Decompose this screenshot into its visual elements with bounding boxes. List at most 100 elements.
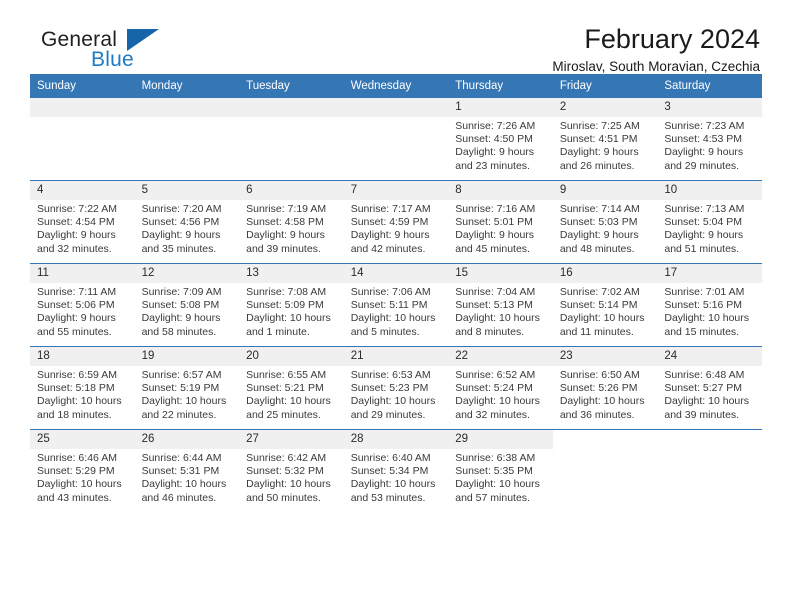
day-number: 27 — [239, 430, 344, 449]
calendar-day-cell[interactable]: 16 Sunrise: 7:02 AM Sunset: 5:14 PM Dayligh… — [552, 263, 658, 347]
sunrise-text: Sunrise: 6:40 AM — [350, 452, 431, 464]
sunrise-text: Sunrise: 6:50 AM — [559, 369, 640, 381]
day-number: 20 — [239, 347, 344, 366]
calendar-week-row: 18 Sunrise: 6:59 AM Sunset: 5:18 PM Dayligh… — [30, 346, 762, 430]
day-sun-info: Sunrise: 7:19 AM Sunset: 4:58 PM Daylight:… — [239, 200, 344, 256]
calendar-day-cell[interactable]: 13 Sunrise: 7:08 AM Sunset: 5:09 PM Dayligh… — [239, 263, 344, 347]
calendar-empty-cell — [343, 98, 449, 181]
page-title: February 2024 — [584, 24, 760, 54]
calendar-day-cell[interactable]: 8 Sunrise: 7:16 AM Sunset: 5:01 PM Daylight… — [448, 180, 553, 264]
sunrise-text: Sunrise: 7:09 AM — [141, 286, 222, 298]
sunrise-text: Sunrise: 6:46 AM — [37, 452, 117, 464]
day-number: 6 — [239, 181, 344, 200]
day-number: 2 — [552, 98, 658, 117]
calendar-day-cell[interactable]: 7 Sunrise: 7:17 AM Sunset: 4:59 PM Daylight… — [343, 180, 449, 264]
calendar-page: General Blue February 2024 Miroslav, Sou… — [0, 0, 792, 612]
sunset-text: Sunset: 4:50 PM — [455, 133, 533, 146]
calendar-empty-cell — [239, 98, 344, 181]
calendar-day-cell[interactable]: 22 Sunrise: 6:52 AM Sunset: 5:24 PM Dayligh… — [448, 346, 553, 430]
day-number: 5 — [134, 181, 240, 200]
day-number: 23 — [552, 347, 658, 366]
calendar-day-cell[interactable]: 2 Sunrise: 7:25 AM Sunset: 4:51 PM Daylight… — [552, 98, 658, 181]
sunset-text: Sunset: 4:58 PM — [246, 216, 324, 229]
day-number: 26 — [134, 430, 240, 449]
daylight-text-line1: Daylight: 9 hours — [246, 229, 325, 242]
general-blue-logo[interactable]: General Blue — [32, 28, 232, 76]
sunset-text: Sunset: 4:59 PM — [350, 216, 429, 229]
calendar-day-cell[interactable]: 3 Sunrise: 7:23 AM Sunset: 4:53 PM Daylight… — [657, 98, 762, 181]
calendar-day-cell[interactable]: 29 Sunrise: 6:38 AM Sunset: 5:35 PM Dayligh… — [448, 429, 553, 512]
sunrise-text: Sunrise: 6:57 AM — [141, 369, 222, 381]
calendar-empty-cell — [134, 98, 240, 181]
sunset-text: Sunset: 5:14 PM — [559, 299, 638, 312]
calendar-day-cell[interactable]: 28 Sunrise: 6:40 AM Sunset: 5:34 PM Dayligh… — [343, 429, 449, 512]
daylight-text-line2: and 22 minutes. — [141, 408, 217, 421]
sunrise-text: Sunrise: 7:25 AM — [559, 120, 640, 132]
sunset-text: Sunset: 5:08 PM — [141, 299, 220, 312]
sunset-text: Sunset: 5:11 PM — [350, 299, 428, 312]
day-number-placeholder — [30, 98, 135, 117]
day-number: 16 — [552, 264, 658, 283]
calendar-day-cell[interactable]: 27 Sunrise: 6:42 AM Sunset: 5:32 PM Dayligh… — [239, 429, 344, 512]
day-number-placeholder — [552, 430, 658, 449]
daylight-text-line2: and 42 minutes. — [350, 242, 426, 255]
calendar-day-cell[interactable]: 14 Sunrise: 7:06 AM Sunset: 5:11 PM Dayligh… — [343, 263, 449, 347]
daylight-text-line1: Daylight: 9 hours — [559, 229, 639, 242]
sunrise-text: Sunrise: 7:23 AM — [664, 120, 745, 132]
day-sun-info: Sunrise: 6:53 AM Sunset: 5:23 PM Daylight:… — [344, 366, 449, 422]
sunset-text: Sunset: 5:18 PM — [37, 382, 115, 395]
calendar-day-cell[interactable]: 12 Sunrise: 7:09 AM Sunset: 5:08 PM Dayligh… — [134, 263, 240, 347]
calendar-day-cell[interactable]: 4 Sunrise: 7:22 AM Sunset: 4:54 PM Daylight… — [30, 180, 135, 264]
sunrise-text: Sunrise: 7:22 AM — [37, 203, 117, 215]
calendar-day-cell[interactable]: 18 Sunrise: 6:59 AM Sunset: 5:18 PM Dayligh… — [30, 346, 135, 430]
calendar-day-cell[interactable]: 26 Sunrise: 6:44 AM Sunset: 5:31 PM Dayligh… — [134, 429, 240, 512]
daylight-text-line2: and 50 minutes. — [246, 491, 321, 504]
sunrise-text: Sunrise: 7:01 AM — [664, 286, 745, 298]
calendar-day-cell[interactable]: 21 Sunrise: 6:53 AM Sunset: 5:23 PM Dayligh… — [343, 346, 449, 430]
calendar-day-cell[interactable]: 24 Sunrise: 6:48 AM Sunset: 5:27 PM Dayligh… — [657, 346, 762, 430]
daylight-text-line2: and 23 minutes. — [455, 159, 530, 172]
calendar-day-cell[interactable]: 11 Sunrise: 7:11 AM Sunset: 5:06 PM Dayligh… — [30, 263, 135, 347]
calendar-week-row: 11 Sunrise: 7:11 AM Sunset: 5:06 PM Dayligh… — [30, 263, 762, 347]
day-sun-info: Sunrise: 7:06 AM Sunset: 5:11 PM Daylight:… — [344, 283, 449, 339]
sunset-text: Sunset: 5:03 PM — [559, 216, 638, 229]
day-number: 25 — [30, 430, 135, 449]
sunset-text: Sunset: 4:54 PM — [37, 216, 115, 229]
sunset-text: Sunset: 4:53 PM — [664, 133, 743, 146]
calendar-day-cell[interactable]: 17 Sunrise: 7:01 AM Sunset: 5:16 PM Dayligh… — [657, 263, 762, 347]
sunset-text: Sunset: 5:09 PM — [246, 299, 324, 312]
day-sun-info: Sunrise: 7:09 AM Sunset: 5:08 PM Daylight:… — [135, 283, 240, 339]
daylight-text-line1: Daylight: 10 hours — [455, 312, 540, 325]
calendar-day-cell[interactable]: 10 Sunrise: 7:13 AM Sunset: 5:04 PM Dayligh… — [657, 180, 762, 264]
day-sun-info: Sunrise: 7:23 AM Sunset: 4:53 PM Daylight:… — [657, 117, 762, 173]
daylight-text-line2: and 32 minutes. — [37, 242, 112, 255]
sunrise-text: Sunrise: 7:06 AM — [350, 286, 431, 298]
calendar-day-cell[interactable]: 6 Sunrise: 7:19 AM Sunset: 4:58 PM Daylight… — [239, 180, 344, 264]
calendar-day-cell[interactable]: 5 Sunrise: 7:20 AM Sunset: 4:56 PM Daylight… — [134, 180, 240, 264]
day-sun-info: Sunrise: 7:01 AM Sunset: 5:16 PM Daylight:… — [657, 283, 762, 339]
calendar-day-cell[interactable]: 19 Sunrise: 6:57 AM Sunset: 5:19 PM Dayligh… — [134, 346, 240, 430]
daylight-text-line2: and 32 minutes. — [455, 408, 530, 421]
day-sun-info: Sunrise: 6:40 AM Sunset: 5:34 PM Daylight:… — [344, 449, 449, 505]
day-sun-info: Sunrise: 7:04 AM Sunset: 5:13 PM Daylight:… — [448, 283, 553, 339]
sunrise-text: Sunrise: 6:44 AM — [141, 452, 222, 464]
sunrise-text: Sunrise: 7:02 AM — [559, 286, 640, 298]
calendar-day-cell[interactable]: 9 Sunrise: 7:14 AM Sunset: 5:03 PM Daylight… — [552, 180, 658, 264]
sunrise-text: Sunrise: 7:19 AM — [246, 203, 327, 215]
calendar-day-cell[interactable]: 23 Sunrise: 6:50 AM Sunset: 5:26 PM Dayligh… — [552, 346, 658, 430]
sunset-text: Sunset: 5:27 PM — [664, 382, 743, 395]
daylight-text-line2: and 53 minutes. — [350, 491, 426, 504]
calendar-body: 1 Sunrise: 7:26 AM Sunset: 4:50 PM Daylight… — [30, 98, 762, 512]
sunrise-text: Sunrise: 7:11 AM — [37, 286, 117, 298]
day-sun-info: Sunrise: 6:59 AM Sunset: 5:18 PM Daylight:… — [30, 366, 135, 422]
sunset-text: Sunset: 4:51 PM — [559, 133, 638, 146]
calendar-day-cell[interactable]: 20 Sunrise: 6:55 AM Sunset: 5:21 PM Dayligh… — [239, 346, 344, 430]
calendar-day-cell[interactable]: 1 Sunrise: 7:26 AM Sunset: 4:50 PM Daylight… — [448, 98, 553, 181]
weekday-header-thursday: Thursday — [448, 74, 553, 98]
daylight-text-line1: Daylight: 10 hours — [559, 395, 645, 408]
day-sun-info: Sunrise: 7:13 AM Sunset: 5:04 PM Daylight:… — [657, 200, 762, 256]
calendar-day-cell[interactable]: 15 Sunrise: 7:04 AM Sunset: 5:13 PM Dayligh… — [448, 263, 553, 347]
calendar-day-cell[interactable]: 25 Sunrise: 6:46 AM Sunset: 5:29 PM Dayligh… — [30, 429, 135, 512]
calendar-week-row: 1 Sunrise: 7:26 AM Sunset: 4:50 PM Daylight… — [30, 98, 762, 181]
day-number: 4 — [30, 181, 135, 200]
